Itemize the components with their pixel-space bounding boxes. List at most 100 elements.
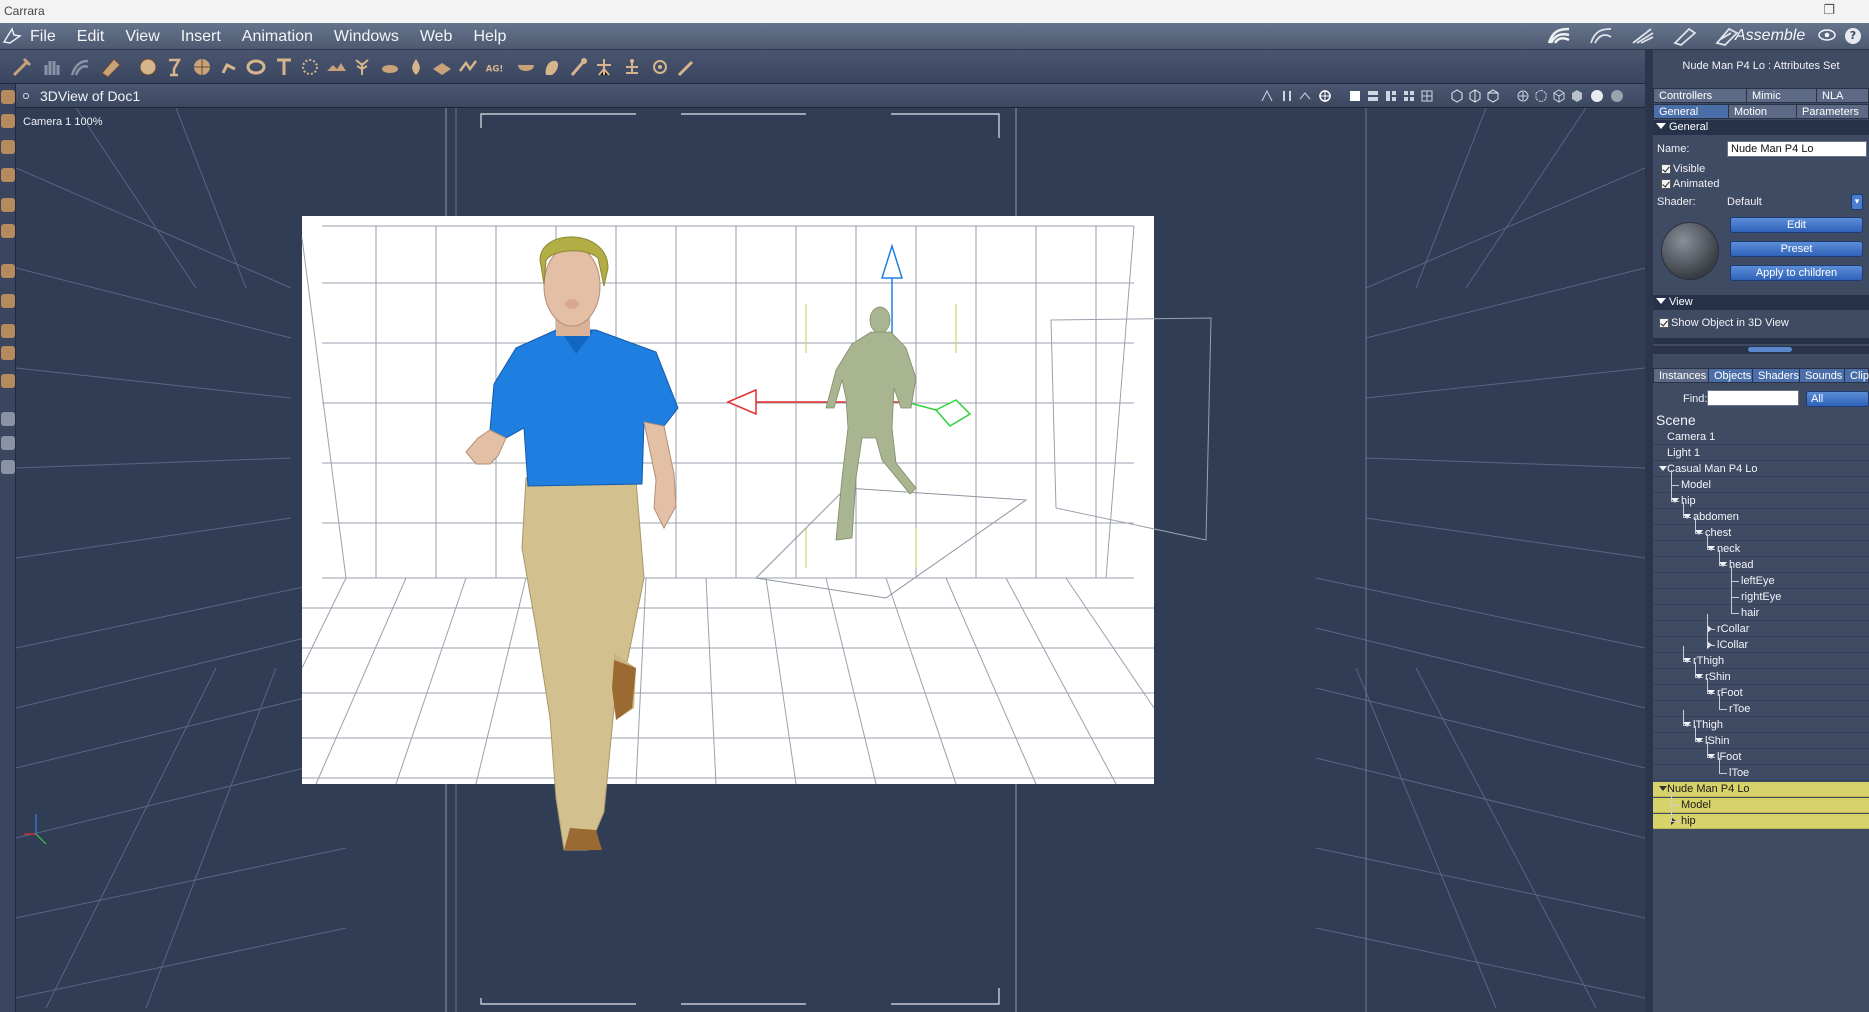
cube-side-icon[interactable] (1468, 89, 1482, 103)
tree-row[interactable]: Model (1653, 470, 1869, 493)
show-object-checkbox[interactable] (1659, 318, 1669, 328)
view-section-header[interactable]: View (1653, 295, 1869, 310)
hand-pan-icon[interactable] (1, 436, 15, 450)
move-object-icon[interactable] (1, 264, 15, 278)
tab-objects[interactable]: Objects (1708, 368, 1753, 383)
tab-sounds[interactable]: Sounds (1799, 368, 1845, 383)
assemble-room-icon[interactable] (1545, 25, 1573, 47)
general-section-header[interactable]: General (1653, 120, 1869, 135)
tab-motion[interactable]: Motion (1728, 104, 1797, 119)
two-views-icon[interactable] (1366, 89, 1380, 103)
menu-windows[interactable]: Windows (334, 28, 399, 46)
spline-icon[interactable] (456, 55, 480, 79)
tree-row[interactable]: neck (1653, 534, 1869, 557)
tree-row[interactable]: hair (1653, 598, 1869, 621)
sphere-icon[interactable] (136, 55, 160, 79)
tree-row[interactable]: Casual Man P4 Lo (1653, 462, 1869, 477)
visible-checkbox[interactable] (1661, 164, 1671, 174)
cloud-icon[interactable] (378, 55, 402, 79)
shader-preview-sphere[interactable] (1661, 222, 1719, 280)
tree-row[interactable]: chest (1653, 518, 1869, 541)
tree-row[interactable]: rFoot (1653, 678, 1869, 701)
animation-icon[interactable] (1260, 89, 1274, 103)
four-views-icon[interactable] (1402, 89, 1416, 103)
tree-row[interactable]: rThigh (1653, 646, 1869, 669)
rotate-tool-icon[interactable] (68, 55, 92, 79)
terrain-icon[interactable] (324, 55, 348, 79)
ocean-icon[interactable] (430, 55, 454, 79)
find-input[interactable] (1707, 390, 1799, 406)
skeleton-icon[interactable] (592, 55, 616, 79)
preset-button[interactable]: Preset (1730, 241, 1863, 257)
bowl-icon[interactable] (514, 55, 538, 79)
tree-row[interactable]: Model (1653, 790, 1869, 813)
shader-dropdown-icon[interactable]: ▾ (1851, 194, 1863, 210)
eye-icon[interactable] (1818, 29, 1836, 41)
menu-insert[interactable]: Insert (181, 28, 221, 46)
hand-icon[interactable] (540, 55, 564, 79)
3d-viewport[interactable]: Camera 1 100% (16, 108, 1645, 1012)
grid-layout-icon[interactable] (1420, 89, 1434, 103)
link-tool-icon[interactable] (1, 324, 15, 338)
scene-canvas[interactable] (16, 108, 1645, 1012)
expand-triangle-icon[interactable] (1659, 466, 1667, 471)
carrara-logo-icon[interactable] (2, 26, 22, 46)
menu-view[interactable]: View (125, 28, 159, 46)
smooth-shade-icon[interactable] (1590, 89, 1604, 103)
tab-shaders[interactable]: Shaders (1752, 368, 1800, 383)
bone-icon[interactable] (566, 55, 590, 79)
tree-row[interactable]: leftEye (1653, 566, 1869, 589)
grid-icon[interactable] (190, 55, 214, 79)
wireframe-icon[interactable] (1552, 89, 1566, 103)
pointer-tool-icon[interactable] (1, 114, 15, 128)
name-field[interactable]: Nude Man P4 Lo (1727, 141, 1867, 157)
three-views-icon[interactable] (1384, 89, 1398, 103)
cluster-icon[interactable] (620, 55, 644, 79)
scene-icon[interactable] (1298, 89, 1312, 103)
viewport-options-icon[interactable] (23, 93, 29, 99)
tree-row[interactable]: hip (1653, 806, 1869, 829)
apply-to-children-button[interactable]: Apply to children (1730, 265, 1863, 281)
camera-dolly-icon[interactable] (1, 374, 15, 388)
restore-window-icon[interactable]: ❐ (1823, 2, 1835, 18)
tab-parameters[interactable]: Parameters (1796, 104, 1869, 119)
target-icon[interactable] (1318, 89, 1332, 103)
tab-controllers[interactable]: Controllers (1653, 88, 1747, 103)
collapsed-section-bar[interactable] (1653, 338, 1869, 344)
figure-icon[interactable] (217, 55, 241, 79)
bounding-box-icon[interactable] (1534, 89, 1548, 103)
zoom-icon[interactable] (1, 460, 15, 474)
tree-row[interactable]: rShin (1653, 662, 1869, 685)
select-tool-icon[interactable] (10, 55, 34, 79)
cone-icon[interactable] (162, 55, 186, 79)
particles-icon[interactable] (298, 55, 322, 79)
menu-animation[interactable]: Animation (242, 28, 313, 46)
tree-row[interactable]: lToe (1653, 758, 1869, 781)
scale-tool-icon[interactable] (1, 198, 15, 212)
sphere-view-icon[interactable] (1, 346, 15, 360)
tree-row[interactable]: rightEye (1653, 582, 1869, 605)
help-icon[interactable]: ? (1845, 28, 1861, 44)
storyboard-room-icon[interactable] (1629, 25, 1657, 47)
tree-row[interactable]: head (1653, 550, 1869, 573)
tree-row[interactable]: Light 1 (1653, 446, 1869, 461)
hand-tool-icon[interactable] (40, 55, 64, 79)
textured-shade-icon[interactable] (1610, 89, 1624, 103)
3d-text-icon[interactable]: AG! (484, 55, 508, 79)
tree-row[interactable]: lThigh (1653, 710, 1869, 733)
camera-tool-icon[interactable] (98, 55, 122, 79)
model-room-icon[interactable] (1587, 25, 1615, 47)
zoom-in-icon[interactable] (1, 412, 15, 426)
wand-icon[interactable] (674, 55, 698, 79)
tree-row[interactable]: lCollar (1653, 630, 1869, 653)
tab-instances[interactable]: Instances (1653, 368, 1709, 383)
tree-row[interactable]: lFoot (1653, 742, 1869, 765)
paint-tool-icon[interactable] (1, 224, 15, 238)
fire-icon[interactable] (404, 55, 428, 79)
menu-edit[interactable]: Edit (77, 28, 105, 46)
rotate-right-icon[interactable] (1, 168, 15, 182)
navigate-icon[interactable] (1516, 89, 1530, 103)
tree-row[interactable]: Camera 1 (1653, 430, 1869, 445)
tab-nla[interactable]: NLA (1816, 88, 1869, 103)
text-icon[interactable] (272, 55, 296, 79)
